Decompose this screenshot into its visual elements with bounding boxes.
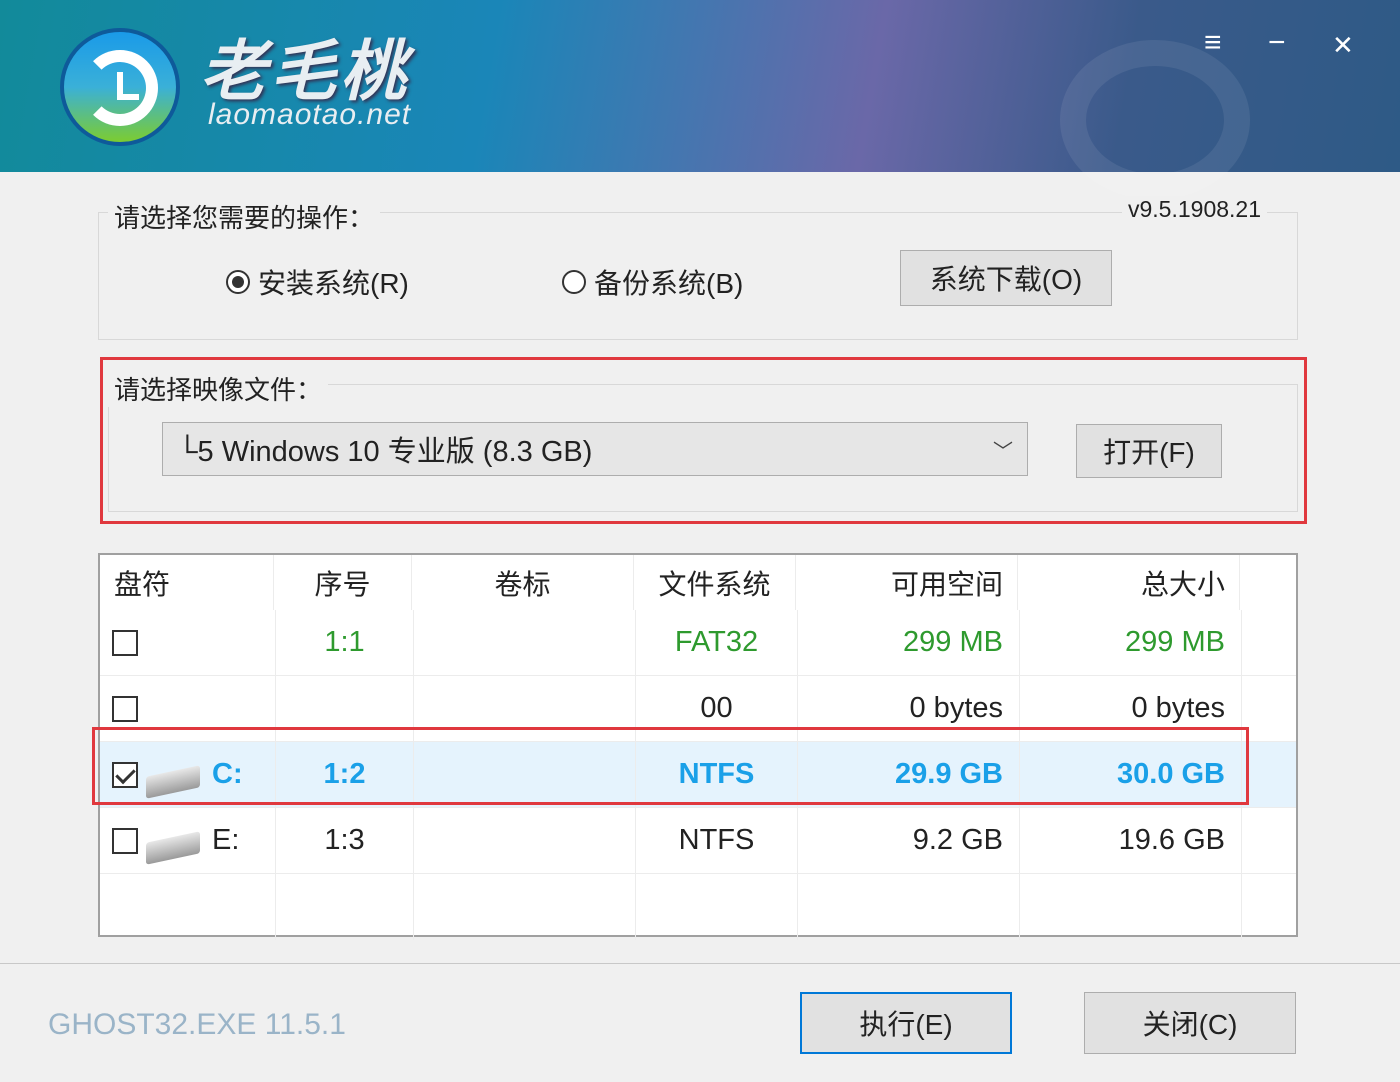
row-checkbox[interactable]	[112, 696, 138, 722]
open-button[interactable]: 打开(F)	[1076, 424, 1222, 478]
col-label[interactable]: 卷标	[412, 555, 634, 610]
image-select[interactable]: └5 Windows 10 专业版 (8.3 GB) ﹀	[162, 422, 1028, 476]
free-cell: 9.2 GB	[798, 808, 1020, 873]
download-button[interactable]: 系统下载(O)	[900, 250, 1112, 306]
watermark-clock-icon	[1060, 40, 1250, 200]
hard-drive-icon	[146, 831, 200, 864]
table-row[interactable]: E: 1:3 NTFS 9.2 GB 19.6 GB	[100, 808, 1296, 874]
highlight-selected-partition	[92, 727, 1249, 805]
col-index[interactable]: 序号	[274, 555, 412, 610]
install-radio[interactable]: 安装系统(R)	[226, 262, 409, 302]
execute-button[interactable]: 执行(E)	[800, 992, 1012, 1054]
col-drive[interactable]: 盘符	[100, 555, 274, 610]
footer-divider	[0, 963, 1400, 964]
image-select-value: └5 Windows 10 专业版 (8.3 GB)	[177, 428, 592, 470]
col-filesystem[interactable]: 文件系统	[634, 555, 796, 610]
label-cell	[414, 610, 636, 675]
drive-cell: E:	[100, 808, 276, 873]
index-cell: 1:3	[276, 808, 414, 873]
label-cell	[414, 808, 636, 873]
brand-site: laomaotao.net	[208, 98, 411, 132]
filesystem-cell: NTFS	[636, 808, 798, 873]
empty-row	[100, 874, 1296, 940]
chevron-down-icon: ﹀	[993, 435, 1013, 464]
drive-cell	[100, 610, 276, 675]
ghost-version: GHOST32.EXE 11.5.1	[48, 1008, 346, 1042]
table-header: 盘符 序号 卷标 文件系统 可用空间 总大小	[100, 555, 1296, 610]
minimize-button[interactable]: −	[1268, 26, 1286, 60]
col-free[interactable]: 可用空间	[796, 555, 1018, 610]
close-window-button[interactable]: ✕	[1332, 30, 1354, 61]
logo-clock-icon	[60, 28, 180, 146]
backup-radio[interactable]: 备份系统(B)	[562, 262, 743, 302]
filesystem-cell: FAT32	[636, 610, 798, 675]
title-banner: 老毛桃 laomaotao.net ≡ − ✕	[0, 0, 1400, 172]
close-button[interactable]: 关闭(C)	[1084, 992, 1296, 1054]
menu-icon[interactable]: ≡	[1204, 26, 1222, 60]
total-cell: 19.6 GB	[1020, 808, 1242, 873]
radio-icon	[562, 270, 586, 294]
radio-selected-icon	[226, 270, 250, 294]
image-label: 请选择映像文件：	[108, 370, 328, 407]
col-total[interactable]: 总大小	[1018, 555, 1240, 610]
free-cell: 299 MB	[798, 610, 1020, 675]
total-cell: 299 MB	[1020, 610, 1242, 675]
backup-label: 备份系统(B)	[594, 262, 743, 302]
operation-label: 请选择您需要的操作：	[108, 198, 380, 235]
row-checkbox[interactable]	[112, 828, 138, 854]
index-cell: 1:1	[276, 610, 414, 675]
version-label: v9.5.1908.21	[1122, 196, 1267, 223]
row-checkbox[interactable]	[112, 630, 138, 656]
drive-letter: E:	[212, 824, 239, 857]
table-row[interactable]: 1:1 FAT32 299 MB 299 MB	[100, 610, 1296, 676]
install-label: 安装系统(R)	[258, 262, 409, 302]
